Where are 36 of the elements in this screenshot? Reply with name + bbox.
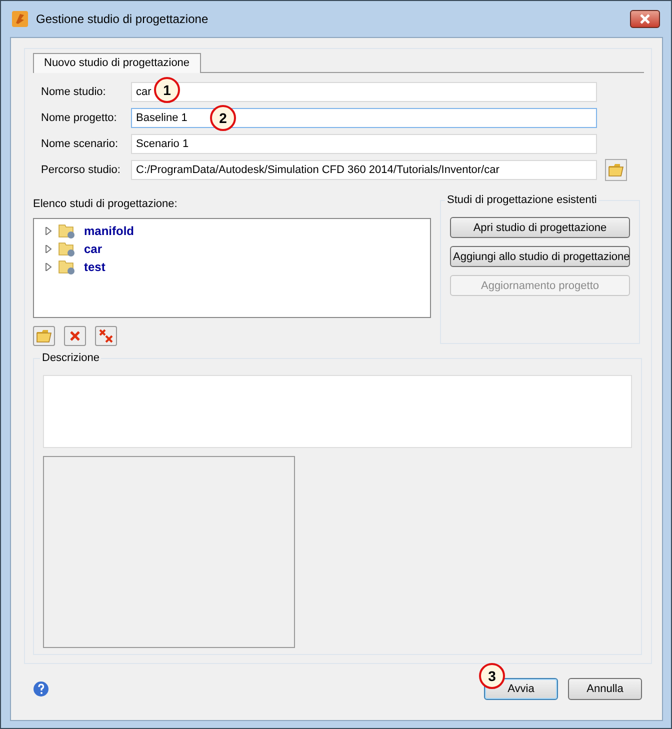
app-logo-icon (12, 11, 28, 27)
input-field[interactable]: C:/ProgramData/Autodesk/Simulation CFD 360 2014/Tutorials/Inventor/car (131, 160, 597, 180)
expand-arrow-icon[interactable] (44, 263, 52, 271)
open-folder-button[interactable] (33, 326, 55, 346)
field-label: Nome scenario: (41, 138, 120, 150)
field-label: Nome progetto: (41, 112, 118, 124)
tree-item[interactable]: test (44, 258, 420, 276)
field-label: Nome studio: (41, 86, 107, 98)
tab[interactable]: Nuovo studio di progettazione (33, 53, 201, 73)
dialog-button[interactable]: Annulla (568, 678, 642, 700)
action-button[interactable]: Apri studio di progettazione (450, 217, 630, 238)
tree-item[interactable]: manifold (44, 222, 420, 240)
field-label: Percorso studio: (41, 164, 122, 176)
window-title: Gestione studio di progettazione (36, 12, 210, 26)
close-icon (639, 14, 651, 24)
expand-arrow-icon[interactable] (44, 245, 52, 253)
folder-icon (58, 259, 76, 275)
delete-all-button[interactable] (95, 326, 117, 346)
folder-icon (36, 329, 52, 343)
input-field[interactable]: Scenario 1 (131, 134, 597, 154)
delete-button[interactable] (64, 326, 86, 346)
help-icon[interactable] (33, 681, 49, 697)
folder-icon (608, 163, 624, 177)
tree-item[interactable]: car (44, 240, 420, 258)
folder-button[interactable] (605, 159, 627, 181)
folder-icon (58, 223, 76, 239)
delete-all-icon (99, 329, 113, 343)
group-title: Studi di progettazione esistenti (445, 194, 599, 206)
delete-icon (70, 331, 80, 341)
list-label: Elenco studi di progettazione: (33, 198, 178, 210)
folder-icon (58, 241, 76, 257)
close-button[interactable] (630, 10, 660, 28)
action-button[interactable]: Aggiungi allo studio di progettazione (450, 246, 630, 267)
description-field[interactable] (43, 375, 632, 448)
expand-arrow-icon[interactable] (44, 227, 52, 235)
group-title: Descrizione (40, 352, 102, 364)
